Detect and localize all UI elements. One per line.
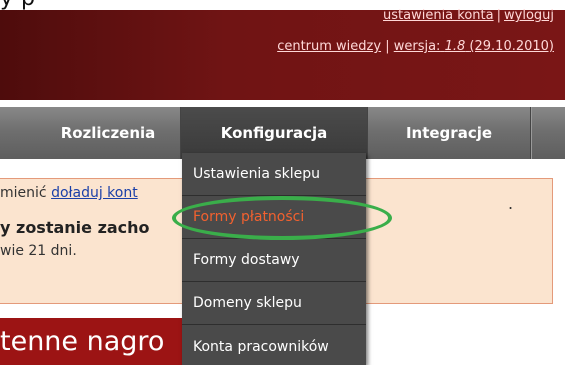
account-links: ustawienia konta | wyloguj	[383, 8, 554, 23]
notice-line-1: mienić doładuj kont	[0, 185, 138, 201]
notice-line-2: y zostanie zacho	[0, 218, 150, 237]
menu-item-konta-pracownikow[interactable]: Konta pracowników	[182, 325, 366, 365]
menu-item-formy-platnosci[interactable]: Formy płatności	[182, 196, 366, 239]
logout-link[interactable]: wyloguj	[504, 8, 554, 23]
version-link[interactable]: wersja: 1.8 (29.10.2010)	[394, 39, 554, 54]
nav-divider-light	[531, 107, 532, 159]
version-label: wersja:	[393, 39, 441, 54]
notice-text-1: mienić	[0, 185, 47, 201]
help-links: centrum wiedzy | wersja: 1.8 (29.10.2010…	[277, 39, 554, 54]
nav-tab-label: Rozliczenia	[60, 124, 156, 142]
knowledge-center-link[interactable]: centrum wiedzy	[277, 39, 381, 54]
konfiguracja-dropdown-menu: Ustawienia sklepu Formy płatności Formy …	[182, 153, 366, 365]
promo-heading: tenne nagro	[0, 326, 165, 357]
nav-tab-label: Integracje	[405, 124, 493, 142]
link-separator: |	[496, 8, 501, 23]
menu-item-formy-dostawy[interactable]: Formy dostawy	[182, 239, 366, 282]
link-separator-2: |	[385, 39, 390, 54]
notice-trailing: .	[508, 194, 514, 213]
nav-tab-konfiguracja[interactable]: Konfiguracja	[181, 107, 367, 159]
menu-item-domeny-sklepu[interactable]: Domeny sklepu	[182, 282, 366, 325]
notice-line-3: wie 21 dni.	[0, 243, 77, 259]
nav-tab-rozliczenia[interactable]: Rozliczenia	[0, 107, 180, 159]
nav-tab-integracje[interactable]: Integracje	[368, 107, 530, 159]
version-number: 1.8	[444, 39, 466, 54]
version-date: (29.10.2010)	[469, 39, 554, 54]
caption-text: y p	[0, 0, 35, 10]
top-up-account-link[interactable]: doładuj kont	[51, 185, 138, 201]
nav-tab-label: Konfiguracja	[220, 124, 328, 142]
menu-item-ustawienia-sklepu[interactable]: Ustawienia sklepu	[182, 153, 366, 196]
main-nav-bar: Rozliczenia Konfiguracja Integracje	[0, 107, 565, 159]
app-page: y p ustawienia konta|wyloguj centrum wie…	[0, 0, 565, 365]
account-settings-link[interactable]: ustawienia konta	[383, 8, 494, 23]
